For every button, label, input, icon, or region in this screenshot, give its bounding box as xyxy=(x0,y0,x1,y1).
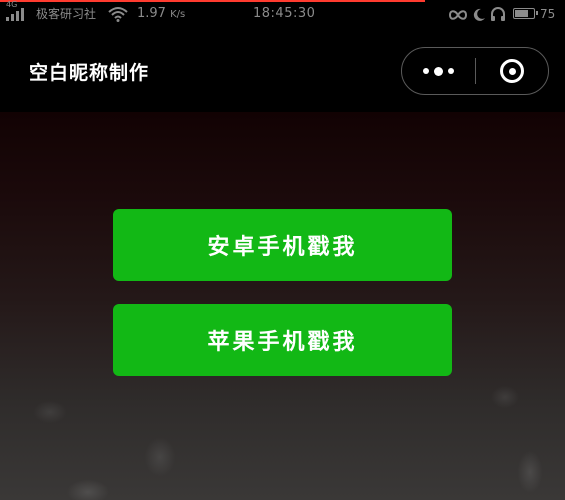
mini-program-capsule xyxy=(401,47,549,95)
network-speed: 1.97 K/s xyxy=(137,0,185,29)
more-dots-icon-right xyxy=(448,68,454,74)
android-button[interactable]: 安卓手机戳我 xyxy=(113,209,452,281)
close-button[interactable] xyxy=(476,48,548,94)
status-bar: 4G 极客研习社 1.97 K/s 18:45:30 75 xyxy=(0,0,565,28)
battery-fill xyxy=(515,10,528,17)
status-clock: 18:45:30 xyxy=(253,6,316,21)
nav-bar: 空白昵称制作 xyxy=(0,28,565,112)
more-menu-button[interactable] xyxy=(402,48,475,94)
battery-percent: 75 xyxy=(540,7,556,21)
network-speed-unit: K/s xyxy=(170,9,186,20)
more-dots-icon xyxy=(423,68,429,74)
app-screen: 4G 极客研习社 1.97 K/s 18:45:30 75 空白昵称制作 安卓手… xyxy=(0,0,565,500)
network-speed-value: 1.97 xyxy=(137,6,166,21)
close-target-icon xyxy=(500,59,524,83)
page-title: 空白昵称制作 xyxy=(29,62,150,84)
signal-icon xyxy=(6,7,24,21)
more-dots-icon-center xyxy=(434,66,443,76)
battery-icon xyxy=(513,8,538,19)
close-target-dot xyxy=(508,67,516,75)
carrier-name: 极客研习社 xyxy=(36,7,97,21)
iphone-button[interactable]: 苹果手机戳我 xyxy=(113,304,452,376)
